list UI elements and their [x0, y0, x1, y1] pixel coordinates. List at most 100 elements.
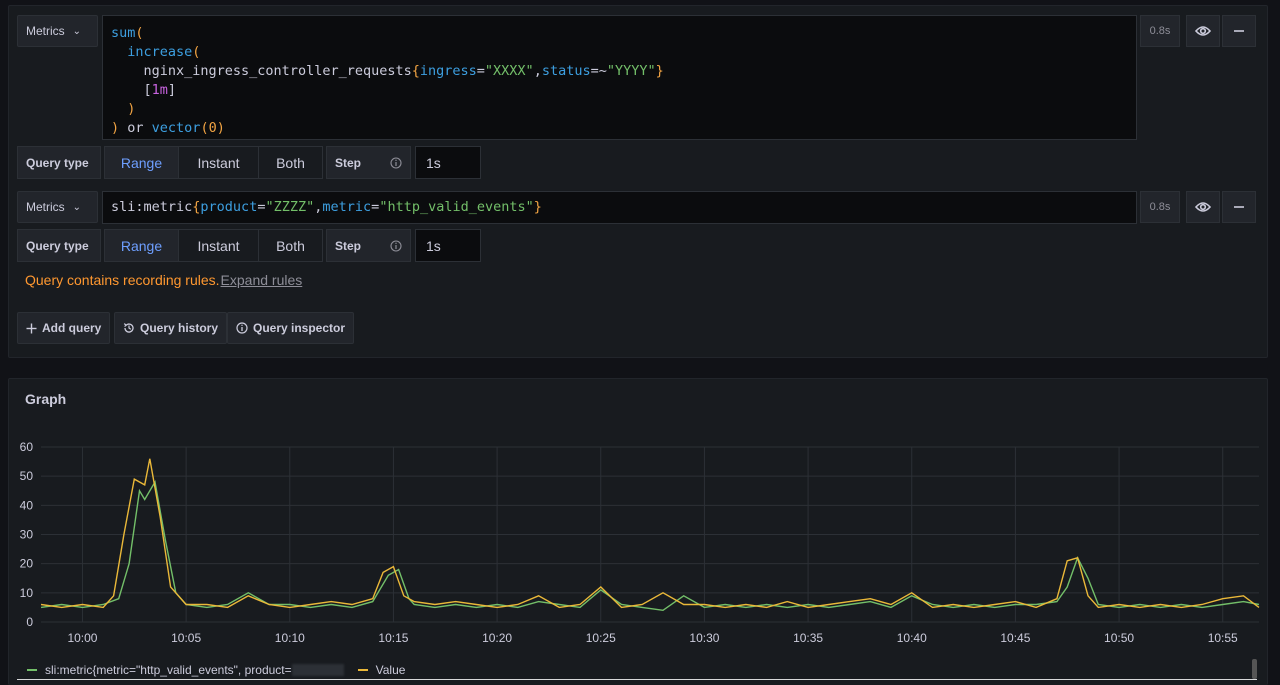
- y-tick-label: 40: [20, 498, 34, 512]
- eye-icon: [1195, 26, 1211, 36]
- code-token: }: [533, 199, 542, 215]
- query-type-label: Query type: [17, 146, 101, 179]
- plus-icon: [26, 323, 37, 334]
- remove-query-button[interactable]: [1222, 15, 1256, 47]
- metrics-type-label: Metrics: [26, 200, 65, 214]
- code-token: ,: [533, 63, 542, 79]
- step-input[interactable]: 1s: [415, 146, 481, 179]
- toggle-visibility-button[interactable]: [1186, 15, 1220, 47]
- x-tick-label: 10:45: [1000, 631, 1030, 645]
- minus-icon: [1234, 206, 1244, 208]
- code-token: 0: [208, 120, 217, 136]
- code-token: ingress: [419, 63, 477, 79]
- expand-rules-link[interactable]: Expand rules: [221, 272, 303, 288]
- minus-icon: [1234, 30, 1244, 32]
- step-label: Step: [335, 238, 362, 253]
- x-tick-label: 10:55: [1208, 631, 1238, 645]
- step-input[interactable]: 1s: [415, 229, 481, 262]
- time-series-chart[interactable]: 0 10 20 30 40 50 60 10:00 10:05 10:10 10:15 10:20 10…: [9, 379, 1267, 659]
- x-tick-label: 10:25: [586, 631, 616, 645]
- code-token: "http_valid_events": [379, 199, 534, 215]
- remove-query-button[interactable]: [1222, 191, 1256, 223]
- series-line-value: [40, 458, 1260, 609]
- graph-panel: Graph 0 10 20 30 40 50 60 10:00 10:05 10:10 10:15 1…: [8, 378, 1268, 685]
- info-circle-icon: [236, 322, 248, 334]
- y-tick-label: 0: [26, 615, 33, 629]
- code-token: =: [476, 63, 485, 79]
- x-tick-label: 10:15: [378, 631, 408, 645]
- query-type-radio-group: Range Instant Both: [104, 229, 323, 262]
- legend-label[interactable]: Value: [376, 663, 406, 677]
- query-type-radio-group: Range Instant Both: [104, 146, 323, 179]
- y-tick-label: 50: [20, 469, 34, 483]
- y-tick-label: 10: [20, 586, 34, 600]
- x-tick-label: 10:30: [689, 631, 719, 645]
- code-token: (: [192, 44, 201, 60]
- query-type-both[interactable]: Both: [259, 147, 322, 178]
- x-tick-label: 10:35: [793, 631, 823, 645]
- query-time-badge: 0.8s: [1140, 191, 1180, 223]
- code-token: [: [143, 82, 152, 98]
- x-tick-label: 10:00: [67, 631, 97, 645]
- x-tick-label: 10:40: [897, 631, 927, 645]
- eye-icon: [1195, 202, 1211, 212]
- history-icon: [123, 322, 135, 334]
- query-editor-1[interactable]: sum( increase( nginx_ingress_controller_…: [102, 15, 1137, 140]
- code-token: =~: [590, 63, 607, 79]
- x-tick-label: 10:50: [1104, 631, 1134, 645]
- query-type-label: Query type: [17, 229, 101, 262]
- query-type-instant[interactable]: Instant: [179, 147, 259, 178]
- query-editor-panel: Metrics ⌄ sum( increase( nginx_ingress_c…: [8, 5, 1268, 358]
- query-inspector-label: Query inspector: [253, 321, 346, 335]
- legend-swatch: [357, 669, 368, 671]
- code-token: increase: [127, 44, 193, 60]
- recording-rules-warning: Query contains recording rules.Expand ru…: [25, 272, 302, 288]
- code-token: {: [411, 63, 420, 79]
- code-token: ): [111, 120, 120, 136]
- code-token: sum: [111, 25, 136, 41]
- metrics-type-button[interactable]: Metrics ⌄: [17, 15, 98, 47]
- step-label-box: Step: [326, 229, 411, 262]
- add-query-button[interactable]: Add query: [17, 312, 111, 344]
- y-tick-label: 20: [20, 557, 34, 571]
- metrics-type-label: Metrics: [26, 24, 65, 38]
- code-token: metric: [322, 199, 372, 215]
- y-tick-label: 30: [20, 528, 34, 542]
- toggle-visibility-button[interactable]: [1186, 191, 1220, 223]
- x-tick-label: 10:05: [171, 631, 201, 645]
- x-tick-label: 10:20: [482, 631, 512, 645]
- add-query-label: Add query: [42, 321, 102, 335]
- code-token: ): [127, 101, 136, 117]
- legend-label[interactable]: sli:metric{metric="http_valid_events", p…: [45, 663, 292, 677]
- code-token: status: [541, 63, 591, 79]
- query-type-both[interactable]: Both: [259, 230, 322, 261]
- code-token: (: [135, 25, 144, 41]
- query-time-badge: 0.8s: [1140, 15, 1180, 47]
- query-type-instant[interactable]: Instant: [179, 230, 259, 261]
- query-inspector-button[interactable]: Query inspector: [227, 312, 355, 344]
- code-token: "YYYY": [606, 63, 656, 79]
- step-label: Step: [335, 155, 362, 170]
- query-history-button[interactable]: Query history: [114, 312, 228, 344]
- code-token: vector: [151, 120, 201, 136]
- query-type-range[interactable]: Range: [105, 230, 179, 261]
- code-token: ): [216, 120, 225, 136]
- metrics-type-button[interactable]: Metrics ⌄: [17, 191, 98, 223]
- query-editor-2[interactable]: sli:metric{product="ZZZZ",metric="http_v…: [102, 191, 1137, 224]
- code-token: 1m: [151, 82, 168, 98]
- code-token: product: [200, 199, 258, 215]
- y-tick-label: 60: [20, 440, 34, 454]
- code-token: (: [200, 120, 209, 136]
- chevron-down-icon: ⌄: [72, 25, 82, 37]
- info-icon[interactable]: [390, 239, 402, 252]
- query-type-range[interactable]: Range: [105, 147, 179, 178]
- code-token: or: [119, 120, 152, 136]
- code-token: "ZZZZ": [265, 199, 315, 215]
- legend-scrollbar[interactable]: [1252, 659, 1257, 679]
- code-token: sli:metric: [111, 199, 193, 215]
- code-token: }: [655, 63, 664, 79]
- series-line-sli-metric: [40, 480, 1260, 612]
- code-token: nginx_ingress_controller_requests: [143, 63, 412, 79]
- warning-text: Query contains recording rules.: [25, 272, 220, 288]
- info-icon[interactable]: [390, 156, 402, 169]
